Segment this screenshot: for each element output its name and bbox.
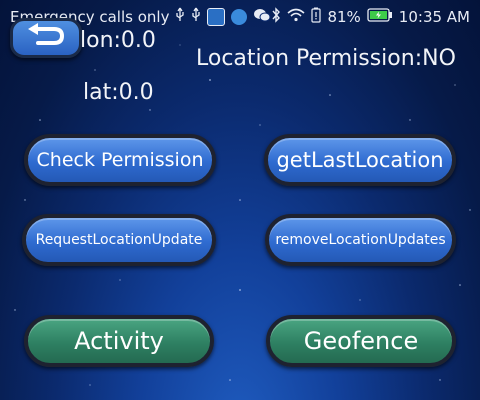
back-arrow-icon <box>24 23 68 53</box>
battery-percentage: 81% <box>327 8 361 26</box>
get-last-location-button[interactable]: getLastLocation <box>264 134 456 186</box>
geofence-button[interactable]: Geofence <box>266 315 456 367</box>
latitude-label: lat:0.0 <box>83 80 154 105</box>
app-notification-icon <box>207 8 226 26</box>
bluetooth-icon <box>271 7 281 27</box>
battery-saver-icon <box>311 7 322 27</box>
app-notification-icon <box>231 9 248 25</box>
activity-button[interactable]: Activity <box>24 315 214 367</box>
status-time: 10:35 AM <box>398 8 470 26</box>
location-permission-label: Location Permission:NO <box>196 46 456 71</box>
usb-icon <box>175 7 185 27</box>
request-location-update-button[interactable]: RequestLocationUpdate <box>22 214 216 266</box>
remove-location-updates-button[interactable]: removeLocationUpdates <box>265 214 456 266</box>
check-permission-button[interactable]: Check Permission <box>24 134 216 186</box>
wechat-icon <box>253 8 271 26</box>
usb-icon <box>191 7 201 27</box>
longitude-label: lon:0.0 <box>80 28 156 53</box>
wifi-icon <box>287 8 305 26</box>
battery-icon <box>367 8 393 26</box>
back-button[interactable] <box>10 18 82 58</box>
